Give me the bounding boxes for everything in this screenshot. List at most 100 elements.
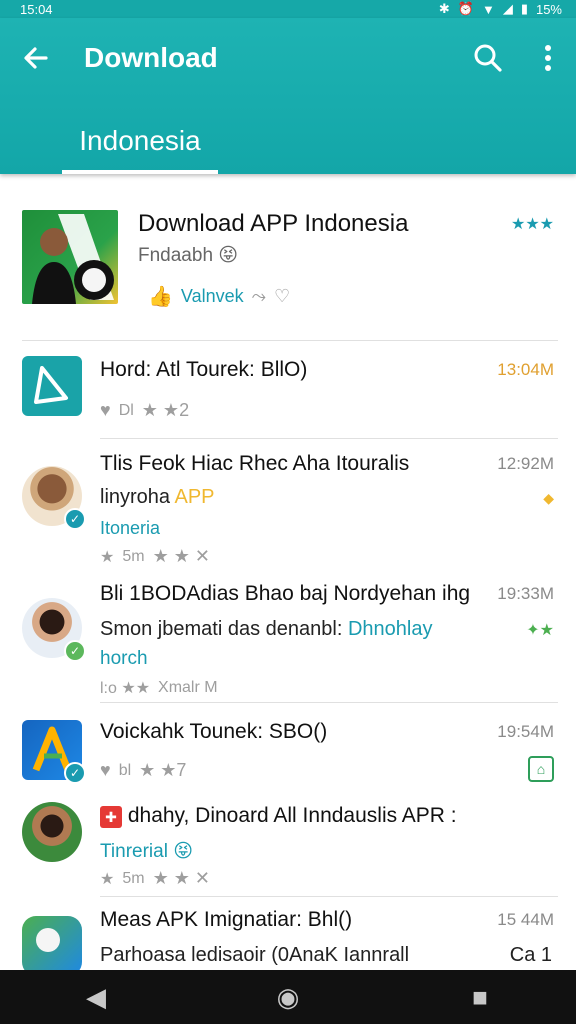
- share-icon[interactable]: ⤳: [252, 286, 266, 307]
- home-nav-icon[interactable]: ◉: [258, 982, 318, 1013]
- item-size: 19:54M: [497, 722, 554, 741]
- back-button[interactable]: [18, 40, 54, 76]
- bluetooth-icon: ✱: [438, 1, 450, 16]
- signal-icon: ◢: [502, 1, 513, 16]
- item-title: Tlis Feok Hiac Rhec Aha Itouralis: [100, 452, 410, 475]
- meta-right: ★ ★ ✕: [152, 868, 210, 888]
- app-icon: [22, 356, 82, 416]
- heart-icon[interactable]: ♥: [100, 760, 111, 781]
- featured-thumbnail: [32, 214, 114, 304]
- meta-left: 5m: [122, 547, 145, 565]
- divider: [22, 340, 558, 341]
- meta-left: bl: [118, 761, 132, 779]
- featured-app-icon: [22, 210, 118, 304]
- list-item[interactable]: ✓ Voickahk Tounek: SBO() 19:54M ♥ bl ★ ★…: [0, 706, 576, 802]
- status-icons: ✱ ⏰ ▼ ◢ ▮ 15%: [439, 1, 562, 17]
- heart-icon[interactable]: ♥: [100, 400, 111, 421]
- install-icon[interactable]: ⌂: [528, 756, 554, 782]
- avatar: ✓: [22, 598, 86, 662]
- item-line3: Itoneria: [100, 518, 161, 538]
- app-icon: ✓: [22, 720, 86, 784]
- flag-icon: ◆: [543, 490, 554, 506]
- avatar: [22, 802, 82, 862]
- item-size: 15 44M: [497, 910, 554, 929]
- comment-icon[interactable]: ♡: [274, 286, 290, 307]
- meta-right: ★ ★ ✕: [152, 546, 210, 566]
- featured-item[interactable]: Download APP Indonesia ★★★ Fndaabh 😝 👍 V…: [0, 174, 576, 342]
- item-line2-text: linyroha: [100, 486, 171, 508]
- status-time: 15:04: [20, 1, 53, 17]
- list-item[interactable]: Hord: Atl Tourek: BllO) 13:04M ♥ Dl ★ ★2: [0, 344, 576, 440]
- map-pin-icon: [36, 928, 60, 952]
- more-vert-icon: [545, 45, 551, 71]
- item-extra: Ca 1: [509, 944, 552, 966]
- item-size: 13:04M: [497, 360, 554, 379]
- featured-action-label[interactable]: Valnvek: [181, 286, 244, 307]
- list-item[interactable]: ✓ Tlis Feok Hiac Rhec Aha Itouralis 12:9…: [0, 442, 576, 572]
- back-nav-icon[interactable]: ◀: [66, 982, 126, 1013]
- divider: [100, 896, 558, 897]
- meta-right: ★ ★2: [141, 400, 190, 420]
- app-icon: [22, 916, 82, 970]
- item-meta: l:o ★★ Xmalr M: [100, 678, 218, 698]
- item-line2: Smon jbemati das denanbl: Dhnohlay: [100, 618, 432, 641]
- avatar: ✓: [22, 466, 86, 530]
- item-title: ✚ dhahy, Dinoard All Inndauslis APR :: [100, 804, 457, 828]
- divider: [100, 702, 558, 703]
- list-item[interactable]: ✓ Bli 1BODAdias Bhao baj Nordyehan ihg 1…: [0, 574, 576, 704]
- tab-indonesia[interactable]: Indonesia: [62, 108, 218, 174]
- item-line3: horch: [100, 648, 148, 669]
- meta-right: Xmalr M: [158, 679, 218, 696]
- battery-level: 15%: [535, 1, 562, 17]
- item-title: Meas APK Imignatiar: Bhl(): [100, 908, 353, 931]
- list-item[interactable]: Meas APK Imignatiar: Bhl() 15 44M Parhoa…: [0, 900, 576, 970]
- meta-left: 5m: [122, 869, 145, 887]
- item-title: Voickahk Tounek: SBO(): [100, 720, 327, 744]
- item-meta: ♥ Dl ★ ★2: [100, 400, 189, 421]
- system-nav-bar: ◀ ◉ ■: [0, 970, 576, 1024]
- star-icon: ★: [100, 548, 115, 566]
- list-item[interactable]: ✚ dhahy, Dinoard All Inndauslis APR : Ti…: [0, 802, 576, 898]
- item-line2-text: Tinrerial: [100, 841, 168, 862]
- item-size: 12:92M: [497, 454, 554, 473]
- thumbs-up-icon[interactable]: 👍: [148, 284, 173, 309]
- featured-title: Download APP Indonesia: [138, 210, 409, 237]
- item-title: Bli 1BODAdias Bhao baj Nordyehan ihg: [100, 582, 471, 605]
- item-meta: ★ 5m ★ ★ ✕: [100, 868, 210, 889]
- item-line2: Tinrerial 😝: [100, 840, 193, 863]
- item-line2-text: Smon jbemati das denanbl:: [100, 618, 343, 640]
- item-tag: APP: [174, 486, 215, 508]
- verified-icon: ✓: [64, 640, 86, 662]
- featured-actions: 👍 Valnvek ⤳ ♡: [148, 284, 290, 309]
- divider: [100, 438, 558, 439]
- item-line2: linyroha APP: [100, 486, 215, 509]
- item-size: 19:33M: [497, 584, 554, 603]
- search-button[interactable]: [470, 40, 506, 76]
- wifi-icon: ▼: [481, 1, 495, 17]
- star-icon: ✦★: [526, 622, 554, 639]
- page-title: Download: [84, 42, 218, 73]
- arrow-left-icon: [24, 47, 48, 69]
- item-title: Hord: Atl Tourek: BllO): [100, 358, 308, 381]
- item-title-text: dhahy, Dinoard All Inndauslis APR :: [127, 804, 457, 827]
- verified-icon: ✓: [64, 508, 86, 530]
- verified-icon: ✓: [64, 762, 86, 784]
- search-icon: [474, 44, 502, 72]
- item-tag: Dhnohlay: [347, 618, 433, 640]
- alarm-icon: ⏰: [457, 1, 474, 16]
- item-line2: Parhoasa ledisaoir (0AnaK Iannrall: [100, 944, 410, 966]
- featured-rating: ★★★: [510, 216, 554, 233]
- meta-right: ★ ★7: [139, 760, 187, 780]
- app-logo-icon: ✚: [100, 806, 122, 828]
- featured-subtitle: Fndaabh 😝: [138, 245, 239, 266]
- play-triangle-icon: [34, 366, 68, 404]
- battery-icon: ▮: [520, 1, 528, 16]
- overflow-menu-button[interactable]: [538, 40, 558, 76]
- recents-nav-icon[interactable]: ■: [450, 982, 510, 1013]
- star-icon: ★: [100, 870, 115, 888]
- emoji-icon: 😝: [173, 841, 194, 862]
- status-bar: 15:04 ✱ ⏰ ▼ ◢ ▮ 15%: [0, 0, 576, 18]
- meta-left: l:o ★★: [100, 680, 151, 697]
- item-title-text: Voickahk Tounek: SBO(): [100, 720, 328, 743]
- item-meta: ★ 5m ★ ★ ✕: [100, 546, 210, 567]
